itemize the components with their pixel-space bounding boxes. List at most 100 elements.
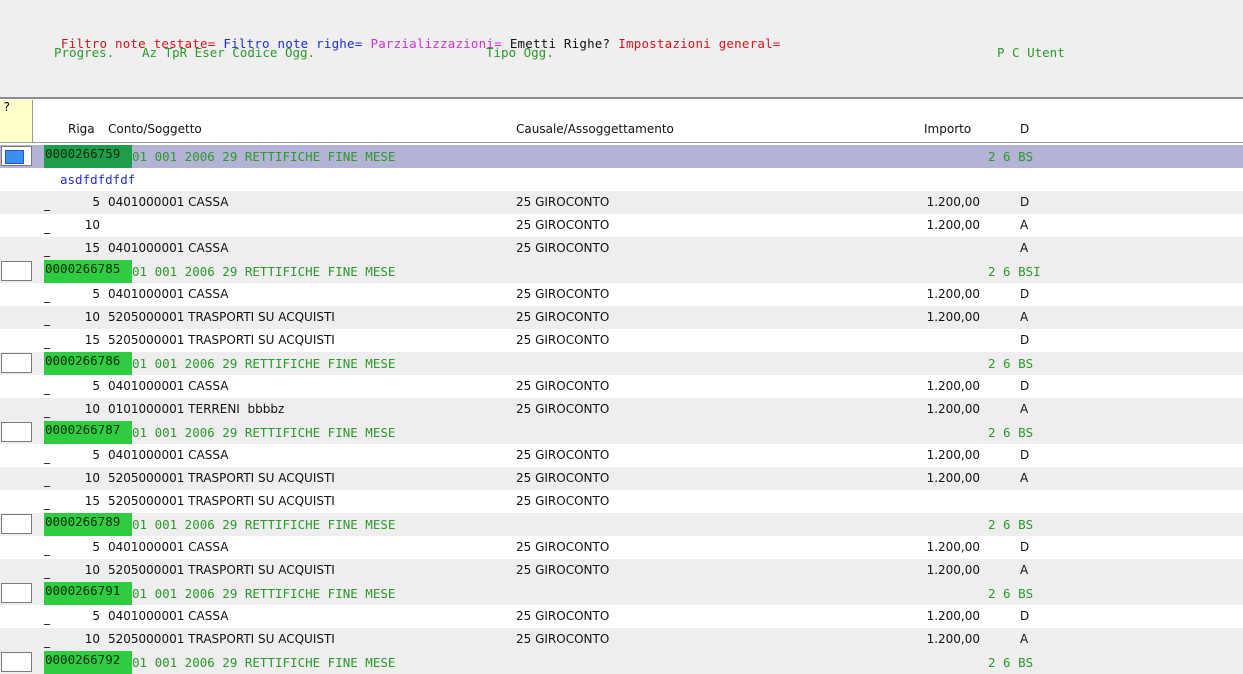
line-importo: 1.200,00: [926, 609, 980, 623]
line-expand-marker[interactable]: _: [44, 542, 50, 556]
line-dare-avere: A: [1020, 632, 1029, 646]
line-conto: 0401000001 CASSA: [108, 609, 229, 623]
entry-header-row[interactable]: 0000266785 01 001 2006 29 RETTIFICHE FINE…: [0, 260, 1243, 283]
entry-note-row[interactable]: asdfdfdfdf: [0, 168, 1243, 191]
line-expand-marker[interactable]: _: [44, 335, 50, 349]
line-importo: 1.200,00: [926, 218, 980, 232]
line-dare-avere: D: [1020, 379, 1030, 393]
line-dare-avere: A: [1020, 471, 1029, 485]
entry-header-row[interactable]: 0000266791 01 001 2006 29 RETTIFICHE FINE…: [0, 582, 1243, 605]
entry-line-row[interactable]: _ 15 5205000001 TRASPORTI SU ACQUISTI 25 GI…: [0, 490, 1243, 513]
col-importo[interactable]: Importo: [924, 122, 971, 136]
row-select-checkbox[interactable]: [1, 583, 32, 603]
progressive-number[interactable]: 0000266759: [44, 145, 132, 168]
line-causale: 25 GIROCONTO: [516, 333, 610, 347]
line-expand-marker[interactable]: _: [44, 565, 50, 579]
entry-line-row[interactable]: _ 5 0401000001 CASSA 25 GIROCONTO 1.200,00 D: [0, 283, 1243, 306]
progressive-number[interactable]: 0000266791: [44, 582, 132, 605]
line-expand-marker[interactable]: _: [44, 197, 50, 211]
line-riga: 10: [84, 632, 100, 646]
line-importo: 1.200,00: [926, 471, 980, 485]
row-select-checkbox[interactable]: [1, 514, 32, 534]
row-select-checkbox[interactable]: [1, 353, 32, 373]
line-conto: 5205000001 TRASPORTI SU ACQUISTI: [108, 563, 335, 577]
line-expand-marker[interactable]: _: [44, 634, 50, 648]
entry-header-row[interactable]: 0000266786 01 001 2006 29 RETTIFICHE FINE…: [0, 352, 1243, 375]
line-causale: 25 GIROCONTO: [516, 218, 610, 232]
line-expand-marker[interactable]: _: [44, 289, 50, 303]
progressive-number[interactable]: 0000266789: [44, 513, 132, 536]
entry-description: 01 001 2006 29 RETTIFICHE FINE MESE: [132, 356, 396, 371]
entry-line-row[interactable]: _ 5 0401000001 CASSA 25 GIROCONTO 1.200,00 D: [0, 605, 1243, 628]
line-importo: 1.200,00: [926, 310, 980, 324]
entry-header-row[interactable]: 0000266759 01 001 2006 29 RETTIFICHE FINE…: [0, 145, 1243, 168]
line-expand-marker[interactable]: _: [44, 611, 50, 625]
col-causale[interactable]: Causale/Assoggettamento: [516, 122, 674, 136]
header-col-tipo: Tipo Ogg.: [486, 45, 554, 60]
progressive-number[interactable]: 0000266787: [44, 421, 132, 444]
entry-description: 01 001 2006 29 RETTIFICHE FINE MESE: [132, 149, 396, 164]
line-expand-marker[interactable]: _: [44, 220, 50, 234]
line-conto: 0401000001 CASSA: [108, 195, 229, 209]
line-riga: 5: [92, 448, 100, 462]
header-col-pc-utent: P C Utent: [997, 45, 1065, 60]
line-riga: 5: [92, 540, 100, 554]
entry-line-row[interactable]: _ 10 5205000001 TRASPORTI SU ACQUISTI 25 GI…: [0, 467, 1243, 490]
line-expand-marker[interactable]: _: [44, 450, 50, 464]
line-riga: 10: [84, 310, 100, 324]
line-importo: 1.200,00: [926, 379, 980, 393]
line-causale: 25 GIROCONTO: [516, 471, 610, 485]
entry-line-row[interactable]: _ 10 5205000001 TRASPORTI SU ACQUISTI 25 GI…: [0, 559, 1243, 582]
progressive-number[interactable]: 0000266785: [44, 260, 132, 283]
row-select-checkbox[interactable]: [1, 261, 32, 281]
line-expand-marker[interactable]: _: [44, 496, 50, 510]
line-importo: 1.200,00: [926, 540, 980, 554]
parzializzazioni-link[interactable]: Parzializzazioni=: [370, 36, 501, 51]
col-conto-soggetto[interactable]: Conto/Soggetto: [108, 122, 202, 136]
entry-line-row[interactable]: _ 10 5205000001 TRASPORTI SU ACQUISTI 25 GI…: [0, 628, 1243, 651]
line-causale: 25 GIROCONTO: [516, 563, 610, 577]
entry-line-row[interactable]: _ 5 0401000001 CASSA 25 GIROCONTO 1.200,00 D: [0, 191, 1243, 214]
line-dare-avere: D: [1020, 333, 1030, 347]
entry-line-row[interactable]: _ 5 0401000001 CASSA 25 GIROCONTO 1.200,00 D: [0, 375, 1243, 398]
line-importo: 1.200,00: [926, 563, 980, 577]
line-dare-avere: A: [1020, 218, 1029, 232]
line-riga: 15: [84, 241, 100, 255]
line-causale: 25 GIROCONTO: [516, 632, 610, 646]
line-conto: 5205000001 TRASPORTI SU ACQUISTI: [108, 494, 335, 508]
col-d[interactable]: D: [1020, 122, 1029, 136]
entry-header-row[interactable]: 0000266787 01 001 2006 29 RETTIFICHE FINE…: [0, 421, 1243, 444]
line-causale: 25 GIROCONTO: [516, 379, 610, 393]
line-importo: 1.200,00: [926, 632, 980, 646]
line-expand-marker[interactable]: _: [44, 473, 50, 487]
line-dare-avere: A: [1020, 310, 1029, 324]
impostazioni-generali-link[interactable]: Impostazioni general=: [618, 36, 780, 51]
entry-line-row[interactable]: _ 10 0101000001 TERRENI bbbbz 25 GIROCONTO 1…: [0, 398, 1243, 421]
progressive-number[interactable]: 0000266786: [44, 352, 132, 375]
row-select-checkbox[interactable]: [1, 422, 32, 442]
header-col-az-tpr: Az TpR Eser Codice Ogg.: [142, 45, 316, 60]
line-expand-marker[interactable]: _: [44, 243, 50, 257]
entry-pc-user: 2 6 BS: [988, 517, 1034, 532]
entry-line-row[interactable]: _ 15 5205000001 TRASPORTI SU ACQUISTI 25 GI…: [0, 329, 1243, 352]
line-riga: 10: [84, 402, 100, 416]
filter-toolbar: Filtro note testate= Filtro note righe= Pa…: [0, 0, 1243, 99]
entry-line-row[interactable]: _ 5 0401000001 CASSA 25 GIROCONTO 1.200,00 D: [0, 444, 1243, 467]
line-causale: 25 GIROCONTO: [516, 448, 610, 462]
line-expand-marker[interactable]: _: [44, 404, 50, 418]
line-causale: 25 GIROCONTO: [516, 540, 610, 554]
line-expand-marker[interactable]: _: [44, 312, 50, 326]
line-expand-marker[interactable]: _: [44, 381, 50, 395]
entry-line-row[interactable]: _ 10 5205000001 TRASPORTI SU ACQUISTI 25 GI…: [0, 306, 1243, 329]
line-dare-avere: D: [1020, 609, 1030, 623]
entry-line-row[interactable]: _ 15 0401000001 CASSA 25 GIROCONTO A: [0, 237, 1243, 260]
line-causale: 25 GIROCONTO: [516, 609, 610, 623]
entry-line-row[interactable]: _ 10 25 GIROCONTO 1.200,00 A: [0, 214, 1243, 237]
entry-header-row[interactable]: 0000266789 01 001 2006 29 RETTIFICHE FINE…: [0, 513, 1243, 536]
row-select-checkbox[interactable]: [1, 146, 32, 166]
entry-line-row[interactable]: _ 5 0401000001 CASSA 25 GIROCONTO 1.200,00 D: [0, 536, 1243, 559]
col-riga[interactable]: Riga: [68, 122, 95, 136]
select-all-corner[interactable]: ?: [0, 100, 33, 143]
line-conto: 5205000001 TRASPORTI SU ACQUISTI: [108, 310, 335, 324]
row-select-checkbox[interactable]: [1, 652, 32, 672]
